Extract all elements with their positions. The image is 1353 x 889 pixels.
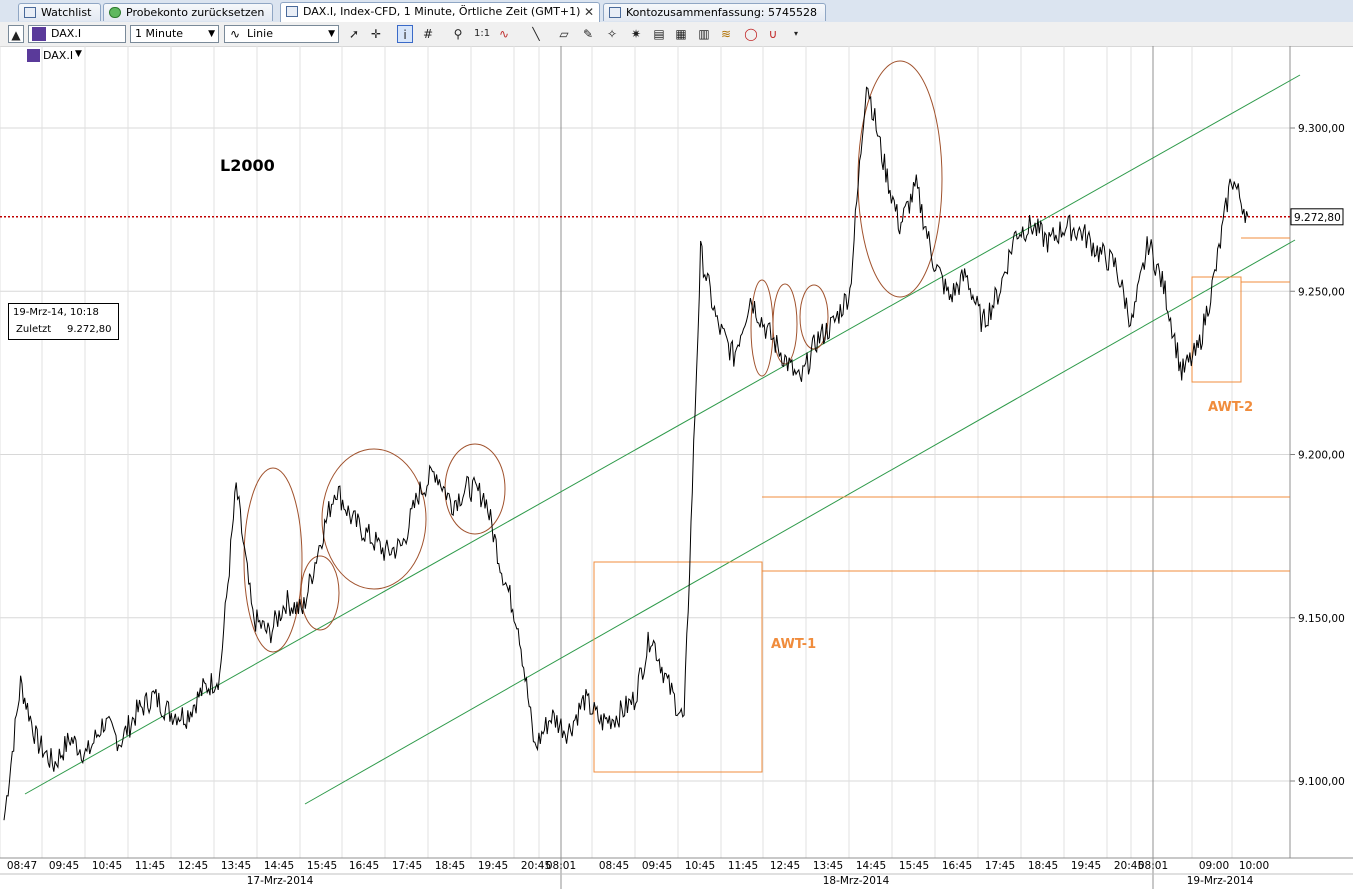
tab-konto[interactable]: Kontozusammenfassung: 5745528 bbox=[603, 3, 826, 21]
tab-label: DAX.I, Index-CFD, 1 Minute, Örtliche Zei… bbox=[303, 5, 581, 18]
collapse-icon[interactable]: ▲ bbox=[8, 25, 24, 43]
info-last-value: 9.272,80 bbox=[67, 324, 112, 335]
price-tick-label: 9.100,00 bbox=[1298, 776, 1345, 788]
info-last-label: Zuletzt bbox=[16, 324, 52, 335]
time-tick-label: 10:45 bbox=[685, 860, 715, 872]
indicator-icon[interactable]: ∿ bbox=[496, 25, 512, 43]
time-tick-label: 18:45 bbox=[1028, 860, 1058, 872]
symbol-value: DAX.I bbox=[51, 27, 82, 40]
time-tick-label: 16:45 bbox=[942, 860, 972, 872]
account-icon bbox=[609, 7, 621, 18]
chart-a-icon[interactable]: ▤ bbox=[651, 25, 667, 43]
time-tick-label: 08:45 bbox=[599, 860, 629, 872]
time-tick-label: 13:45 bbox=[813, 860, 843, 872]
time-tick-label: 10:00 bbox=[1239, 860, 1269, 872]
chart-style-select[interactable]: ∿ Linie ▼ bbox=[224, 25, 339, 43]
awt2-label: AWT-2 bbox=[1208, 400, 1254, 415]
chevron-down-icon[interactable]: ▼ bbox=[75, 49, 82, 59]
last-price-label: 9.272,80 bbox=[1294, 212, 1341, 224]
time-tick-label: 10:45 bbox=[92, 860, 122, 872]
price-axis: 9.300,00 9.250,00 9.200,00 9.150,00 9.100,00 bbox=[1289, 46, 1345, 858]
interval-select[interactable]: 1 Minute ▼ bbox=[130, 25, 219, 43]
date-label: 17-Mrz-2014 bbox=[247, 875, 314, 887]
time-tick-label: 16:45 bbox=[349, 860, 379, 872]
time-tick-label: 08:47 bbox=[7, 860, 37, 872]
time-tick-label: 19:45 bbox=[478, 860, 508, 872]
chevron-down-icon: ▼ bbox=[208, 29, 215, 39]
info-box: 19-Mrz-14, 10:18 Zuletzt 9.272,80 bbox=[8, 303, 119, 340]
pencil-icon[interactable]: ✎ bbox=[580, 25, 596, 43]
time-tick-label: 17:45 bbox=[392, 860, 422, 872]
watchlist-icon bbox=[24, 7, 36, 18]
price-tick-label: 9.250,00 bbox=[1298, 286, 1345, 298]
tab-probekonto[interactable]: Probekonto zurücksetzen bbox=[103, 3, 273, 21]
symbol-input[interactable]: DAX.I bbox=[28, 25, 126, 43]
price-tick-label: 9.200,00 bbox=[1298, 450, 1345, 462]
tab-label: Watchlist bbox=[41, 6, 92, 19]
tab-label: Probekonto zurücksetzen bbox=[126, 6, 265, 19]
chevron-down-icon: ▼ bbox=[328, 29, 335, 39]
chart-area[interactable]: 9.300,00 9.250,00 9.200,00 9.150,00 9.100,00… bbox=[0, 46, 1353, 889]
chart-b-icon[interactable]: ▦ bbox=[673, 25, 689, 43]
magic-icon[interactable]: ✧ bbox=[604, 25, 620, 43]
time-tick-label: 12:45 bbox=[178, 860, 208, 872]
time-tick-label: 08:01 bbox=[1138, 860, 1168, 872]
time-tick-label: 15:45 bbox=[307, 860, 337, 872]
date-label: 19-Mrz-2014 bbox=[1187, 875, 1254, 887]
tab-watchlist[interactable]: Watchlist bbox=[18, 3, 101, 21]
tab-dax-chart[interactable]: DAX.I, Index-CFD, 1 Minute, Örtliche Zei… bbox=[280, 2, 600, 22]
time-tick-label: 13:45 bbox=[221, 860, 251, 872]
more-icon[interactable]: ▾ bbox=[788, 25, 804, 43]
wave-icon[interactable]: ≋ bbox=[718, 25, 734, 43]
l2000-label: L2000 bbox=[220, 156, 275, 175]
zoom-icon[interactable]: ⚲ bbox=[450, 25, 466, 43]
interval-value: 1 Minute bbox=[135, 27, 184, 40]
reset-icon bbox=[109, 7, 121, 18]
price-chart[interactable]: 9.300,00 9.250,00 9.200,00 9.150,00 9.100,00… bbox=[0, 46, 1353, 889]
magnet-icon[interactable]: ∪ bbox=[765, 25, 781, 43]
chart-icon bbox=[286, 6, 298, 17]
chart-c-icon[interactable]: ▥ bbox=[696, 25, 712, 43]
price-tick-label: 9.300,00 bbox=[1298, 123, 1345, 135]
info-date: 19-Mrz-14, 10:18 bbox=[13, 307, 99, 318]
time-tick-label: 11:45 bbox=[135, 860, 165, 872]
close-icon[interactable]: ✕ bbox=[584, 3, 594, 21]
time-tick-label: 18:45 bbox=[435, 860, 465, 872]
date-label: 18-Mrz-2014 bbox=[823, 875, 890, 887]
time-tick-label: 12:45 bbox=[770, 860, 800, 872]
time-tick-label: 15:45 bbox=[899, 860, 929, 872]
price-tick-label: 9.150,00 bbox=[1298, 613, 1345, 625]
circle-icon[interactable]: ◯ bbox=[743, 25, 759, 43]
cfd-icon bbox=[27, 49, 40, 62]
time-tick-label: 11:45 bbox=[728, 860, 758, 872]
grid-icon[interactable]: # bbox=[420, 25, 436, 43]
chart-grid bbox=[0, 46, 1291, 889]
line-tool-icon[interactable]: ╲ bbox=[528, 25, 544, 43]
eraser-icon[interactable]: ▱ bbox=[556, 25, 572, 43]
info-icon[interactable]: i bbox=[397, 25, 413, 43]
time-tick-label: 09:00 bbox=[1199, 860, 1229, 872]
time-tick-label: 08:01 bbox=[546, 860, 576, 872]
time-axis: 08:47 09:45 10:45 11:45 12:45 13:45 14:45 15:45… bbox=[0, 857, 1353, 887]
plot-frame bbox=[0, 46, 1291, 859]
time-tick-label: 19:45 bbox=[1071, 860, 1101, 872]
time-tick-label: 14:45 bbox=[856, 860, 886, 872]
chart-style-value: Linie bbox=[247, 27, 273, 40]
time-tick-label: 09:45 bbox=[49, 860, 79, 872]
one-to-one-icon[interactable]: 1:1 bbox=[474, 25, 490, 43]
time-tick-label: 14:45 bbox=[264, 860, 294, 872]
line-style-icon: ∿ bbox=[230, 27, 241, 41]
chart-toolbar: ▲ DAX.I 1 Minute ▼ ∿ Linie ▼ ➚ ✛ i # ⚲ 1… bbox=[0, 22, 1353, 47]
tab-label: Kontozusammenfassung: 5745528 bbox=[626, 6, 817, 19]
crosshair-icon[interactable]: ✛ bbox=[368, 25, 384, 43]
time-tick-label: 09:45 bbox=[642, 860, 672, 872]
star-icon[interactable]: ✷ bbox=[628, 25, 644, 43]
cfd-icon bbox=[32, 27, 46, 41]
time-tick-label: 17:45 bbox=[985, 860, 1015, 872]
tab-bar: Watchlist Probekonto zurücksetzen DAX.I,… bbox=[0, 0, 1353, 23]
legend-symbol[interactable]: DAX.I bbox=[43, 49, 73, 62]
pointer-icon[interactable]: ➚ bbox=[346, 25, 362, 43]
awt1-label: AWT-1 bbox=[771, 637, 817, 652]
